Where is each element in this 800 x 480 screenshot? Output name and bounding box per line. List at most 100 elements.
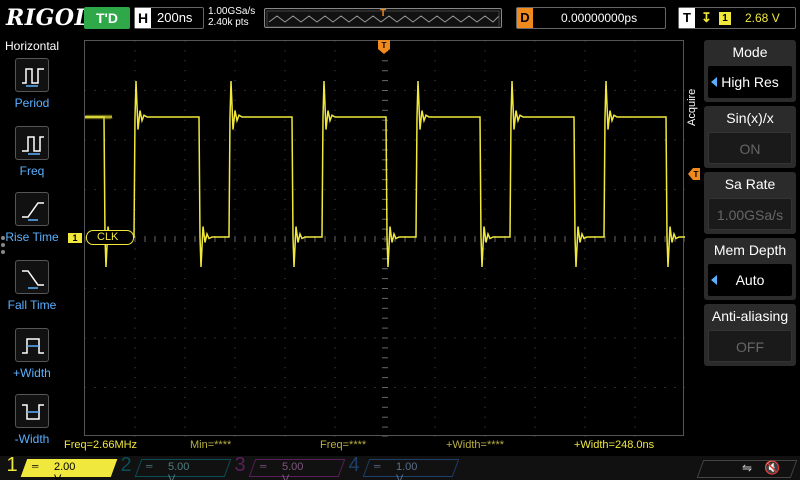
- waveform-display[interactable]: [84, 40, 686, 438]
- grid-dot: [114, 139, 116, 141]
- usb-icon: ⇋: [742, 461, 753, 475]
- grid-dot: [294, 337, 296, 339]
- grid-dot: [334, 139, 336, 141]
- grid-dot: [394, 387, 396, 388]
- menu-item-positive-width[interactable]: +Width: [2, 326, 62, 390]
- grid-dot: [634, 139, 636, 141]
- grid-dot: [544, 387, 546, 388]
- grid-dot: [434, 387, 436, 388]
- acquire-label-text: Acquire: [686, 88, 698, 126]
- grid-dot: [234, 70, 236, 72]
- menu-item-period[interactable]: Period: [2, 56, 62, 120]
- grid-dot: [324, 189, 326, 190]
- delay-box[interactable]: D 0.00000000ps: [516, 7, 666, 29]
- grid-dot: [634, 109, 636, 111]
- grid-dot: [234, 90, 236, 91]
- menu-item-sample-rate[interactable]: Sa Rate 1.00GSa/s: [704, 172, 796, 234]
- grid-dot: [504, 288, 506, 289]
- grid-dot: [274, 139, 276, 141]
- speaker-muted-icon[interactable]: 🔇: [764, 460, 780, 476]
- grid-dot: [434, 228, 436, 230]
- channel1-offset-marker[interactable]: 1: [68, 233, 82, 243]
- graticule: [84, 40, 686, 438]
- mode-value[interactable]: High Res: [708, 66, 792, 98]
- grid-dot: [294, 189, 296, 190]
- trigger-box[interactable]: T ↧ 1 2.68 V: [678, 7, 796, 29]
- svg-text:T: T: [694, 170, 699, 179]
- grid-dot: [184, 169, 186, 171]
- grid-dot: [334, 179, 336, 181]
- grid-dot: [484, 396, 486, 398]
- mem-depth-value[interactable]: Auto: [708, 264, 792, 296]
- grid-dot: [544, 288, 546, 289]
- grid-dot: [634, 278, 636, 280]
- grid-dot: [274, 90, 276, 91]
- menu-label: -Width: [14, 432, 50, 446]
- menu-item-sinx[interactable]: Sin(x)/x ON: [704, 106, 796, 168]
- grid-dot: [614, 387, 616, 388]
- grid-dot: [164, 337, 166, 339]
- grid-dot: [184, 406, 186, 408]
- trigger-level-marker[interactable]: T: [688, 167, 700, 180]
- grid-dot: [334, 347, 336, 349]
- grid-dot: [594, 337, 596, 339]
- grid-dot: [284, 119, 286, 121]
- grid-dot: [584, 198, 586, 200]
- grid-dot: [284, 99, 286, 101]
- channel1-label-tag[interactable]: CLK: [86, 230, 134, 245]
- grid-dot: [514, 189, 516, 190]
- grid-dot: [334, 50, 336, 52]
- grid-dot: [634, 258, 636, 260]
- grid-dot: [634, 60, 636, 62]
- grid-dot: [194, 387, 196, 388]
- menu-item-anti-aliasing[interactable]: Anti-aliasing OFF: [704, 304, 796, 366]
- grid-dot: [364, 288, 366, 289]
- grid-dot: [324, 139, 326, 141]
- grid-dot: [334, 406, 336, 408]
- menu-item-negative-width[interactable]: -Width: [2, 392, 62, 456]
- mode-title: Mode: [732, 44, 768, 60]
- grid-dot: [664, 189, 666, 190]
- menu-item-mem-depth[interactable]: Mem Depth Auto: [704, 238, 796, 300]
- grid-dot: [634, 90, 636, 91]
- grid-dot: [654, 139, 656, 141]
- grid-dot: [164, 288, 166, 289]
- grid-dot: [474, 90, 476, 91]
- grid-dot: [634, 377, 636, 379]
- grid-dot: [134, 288, 136, 289]
- horizontal-timebase-box[interactable]: H 200ns: [134, 7, 204, 29]
- grid-dot: [654, 288, 656, 289]
- grid-dot: [144, 189, 146, 190]
- menu-item-rise-time[interactable]: Rise Time: [2, 190, 62, 254]
- grid-dot: [264, 90, 266, 91]
- grid-dot: [84, 288, 86, 289]
- grid-dot: [334, 198, 336, 200]
- grid-dot: [94, 288, 96, 289]
- grid-dot: [394, 90, 396, 91]
- grid-dot: [374, 139, 376, 141]
- menu-item-fall-time[interactable]: Fall Time: [2, 258, 62, 322]
- grid-dot: [334, 70, 336, 72]
- menu-item-freq[interactable]: Freq: [2, 124, 62, 188]
- grid-dot: [434, 50, 436, 52]
- grid-dot: [584, 367, 586, 369]
- menu-item-mode[interactable]: Mode High Res: [704, 40, 796, 102]
- grid-dot: [544, 337, 546, 339]
- grid-dot: [184, 50, 186, 52]
- grid-dot: [584, 327, 586, 329]
- grid-dot: [224, 387, 226, 388]
- channel-number: 2: [120, 454, 132, 476]
- run-status-badge[interactable]: T'D: [84, 7, 130, 29]
- horizontal-trigger-position-marker[interactable]: T: [378, 40, 390, 54]
- grid-dot: [284, 139, 286, 141]
- grid-dot: [284, 396, 286, 398]
- grid-dot: [484, 218, 486, 220]
- grid-dot: [284, 60, 286, 62]
- grid-dot: [634, 406, 636, 408]
- grid-dot: [484, 258, 486, 260]
- grid-dot: [284, 90, 286, 91]
- grid-dot: [404, 90, 406, 91]
- grid-dot: [194, 337, 196, 339]
- grid-dot: [654, 337, 656, 339]
- grid-dot: [334, 60, 336, 62]
